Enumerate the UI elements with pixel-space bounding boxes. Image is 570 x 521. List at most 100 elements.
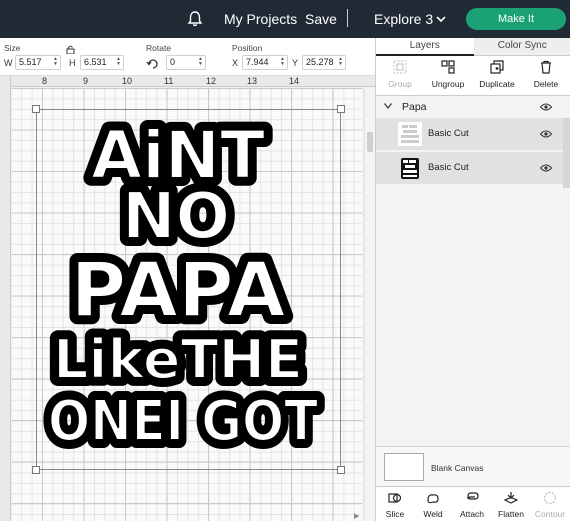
- duplicate-label: Duplicate: [479, 79, 515, 89]
- eye-icon[interactable]: [540, 103, 552, 111]
- height-input[interactable]: 6.531 ▲ ▼: [80, 55, 124, 70]
- paperclip-icon: [467, 492, 479, 500]
- weld-label: Weld: [423, 509, 443, 519]
- duplicate-button[interactable]: Duplicate: [473, 56, 521, 96]
- flatten-label: Flatten: [498, 509, 524, 519]
- ruler-tick: 13: [247, 76, 258, 86]
- make-it-button[interactable]: Make It: [466, 8, 566, 30]
- rotate-icon[interactable]: [146, 57, 160, 71]
- y-position-input[interactable]: 25.278 ▲ ▼: [302, 55, 346, 70]
- contour-icon: [543, 491, 557, 505]
- resize-handle-bottom-left[interactable]: [32, 466, 40, 474]
- layer-name: Basic Cut: [428, 162, 469, 173]
- slice-button[interactable]: Slice: [376, 487, 414, 521]
- ruler-top: 8 9 10 11 12 13 14: [0, 76, 375, 87]
- weld-button[interactable]: Weld: [414, 487, 452, 521]
- rotate-value: 0: [170, 57, 176, 67]
- width-value: 5.517: [19, 57, 42, 67]
- contour-label: Contour: [534, 509, 566, 519]
- contour-button[interactable]: Contour: [531, 487, 569, 521]
- layer-item[interactable]: Basic Cut: [376, 118, 563, 151]
- width-label: W: [4, 58, 13, 68]
- trash-icon: [541, 60, 551, 74]
- group-button[interactable]: Group: [376, 56, 424, 96]
- ruler-left: [0, 76, 11, 521]
- lock-icon[interactable]: [66, 45, 75, 54]
- height-stepper-icon[interactable]: ▲ ▼: [116, 57, 121, 67]
- group-icon: [393, 60, 407, 74]
- delete-label: Delete: [533, 79, 559, 89]
- edit-toolbar: Size W 5.517 ▲ ▼ H 6.531 ▲ ▼ Rotate 0 ▲ ▼ P…: [0, 38, 375, 76]
- ruler-tick: 12: [206, 76, 217, 86]
- ruler-tick: 9: [83, 76, 89, 86]
- ungroup-icon: [441, 60, 455, 74]
- save-button[interactable]: Save: [305, 11, 337, 27]
- machine-selector[interactable]: Explore 3: [374, 11, 433, 27]
- layer-name: Basic Cut: [428, 128, 469, 139]
- group-name: Papa: [402, 101, 427, 113]
- attach-label: Attach: [459, 509, 485, 519]
- layer-item[interactable]: Basic Cut: [376, 152, 563, 185]
- attach-button[interactable]: Attach: [453, 487, 491, 521]
- panel-tabs: Layers Color Sync: [376, 38, 570, 56]
- group-label: Group: [388, 79, 412, 89]
- x-position-value: 7.944: [246, 57, 269, 67]
- duplicate-icon: [490, 60, 504, 74]
- combine-actions-bar: Slice Weld Attach Flatten Contour: [376, 486, 570, 521]
- flatten-icon: [504, 492, 518, 504]
- ungroup-label: Ungroup: [431, 79, 465, 89]
- bell-icon[interactable]: [186, 10, 204, 28]
- canvas-vertical-scrollbar[interactable]: [364, 88, 375, 521]
- width-stepper-icon[interactable]: ▲ ▼: [53, 57, 58, 67]
- slice-label: Slice: [385, 509, 405, 519]
- blank-canvas-row[interactable]: Blank Canvas: [376, 446, 570, 486]
- height-value: 6.531: [84, 57, 107, 67]
- eye-icon[interactable]: [540, 164, 552, 172]
- design-canvas[interactable]: 8 9 10 11 12 13 14 ▶ AiNT NO PAPA LikeTH…: [0, 76, 375, 521]
- size-label: Size: [4, 43, 21, 53]
- width-input[interactable]: 5.517 ▲ ▼: [15, 55, 61, 70]
- ruler-tick: 11: [164, 76, 174, 86]
- ruler-tick: 8: [42, 76, 48, 86]
- weld-icon: [427, 494, 439, 504]
- position-label: Position: [232, 43, 263, 53]
- layer-group-papa[interactable]: Papa: [376, 96, 570, 118]
- tab-layers[interactable]: Layers: [376, 38, 474, 56]
- y-label: Y: [292, 58, 299, 68]
- ruler-tick: 10: [122, 76, 133, 86]
- layer-thumbnail: [398, 156, 422, 180]
- ungroup-button[interactable]: Ungroup: [424, 56, 472, 96]
- delete-button[interactable]: Delete: [522, 56, 570, 96]
- chevron-down-icon[interactable]: [435, 13, 447, 25]
- rotate-input[interactable]: 0 ▲ ▼: [166, 55, 206, 70]
- x-stepper-icon[interactable]: ▲ ▼: [280, 57, 285, 67]
- x-position-input[interactable]: 7.944 ▲ ▼: [242, 55, 288, 70]
- layers-panel: Layers Color Sync Group Ungroup Duplicat…: [375, 38, 570, 521]
- slice-icon: [388, 493, 402, 503]
- tab-color-sync[interactable]: Color Sync: [473, 38, 570, 56]
- layers-list: Papa Basic Cut Basic Cut: [376, 96, 570, 186]
- height-label: H: [69, 58, 76, 68]
- rotate-stepper-icon[interactable]: ▲ ▼: [198, 57, 203, 67]
- panel-scrollbar[interactable]: [563, 118, 570, 188]
- blank-canvas-label: Blank Canvas: [431, 463, 484, 473]
- flatten-button[interactable]: Flatten: [492, 487, 530, 521]
- resize-handle-bottom-right[interactable]: [337, 466, 345, 474]
- y-position-value: 25.278: [306, 57, 334, 67]
- x-label: X: [232, 58, 239, 68]
- chevron-down-icon[interactable]: [384, 103, 392, 109]
- top-bar: My Projects Save Explore 3 Make It: [0, 0, 570, 38]
- rotate-label: Rotate: [146, 43, 172, 53]
- scroll-arrow-icon[interactable]: ▶: [354, 512, 359, 520]
- y-stepper-icon[interactable]: ▲ ▼: [338, 57, 343, 67]
- layer-actions: Group Ungroup Duplicate Delete: [376, 56, 570, 96]
- selection-box[interactable]: [36, 109, 341, 470]
- resize-handle-top-right[interactable]: [337, 105, 345, 113]
- layer-thumbnail: [398, 122, 422, 146]
- topbar-divider: [347, 9, 348, 27]
- resize-handle-top-left[interactable]: [32, 105, 40, 113]
- my-projects-link[interactable]: My Projects: [224, 11, 297, 27]
- scrollbar-thumb[interactable]: [367, 132, 373, 152]
- eye-icon[interactable]: [540, 130, 552, 138]
- canvas-color-swatch[interactable]: [384, 453, 424, 481]
